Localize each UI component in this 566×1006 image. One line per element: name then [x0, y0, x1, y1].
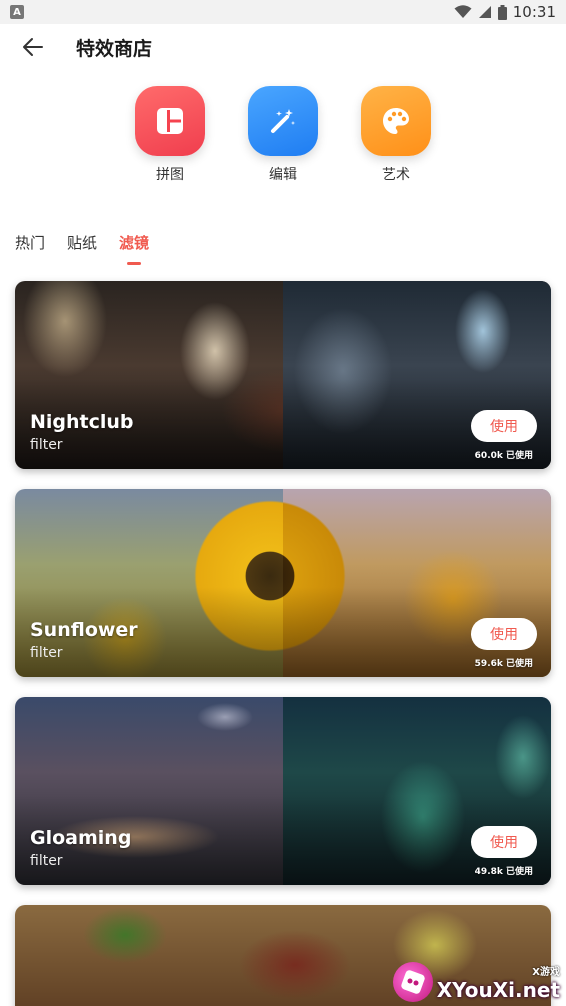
wifi-icon: [454, 5, 472, 18]
sim-badge: A: [10, 5, 24, 19]
use-button[interactable]: 使用: [471, 410, 537, 442]
status-bar: A 10:31: [0, 0, 566, 24]
filter-name: Gloaming: [30, 827, 132, 849]
gamepad-icon: [401, 970, 425, 994]
category-edit[interactable]: 编辑: [248, 86, 318, 184]
usage-count: 49.8k 已使用: [474, 867, 533, 877]
filter-type: filter: [30, 437, 63, 453]
status-time: 10:31: [512, 3, 556, 21]
usage-count: 60.0k 已使用: [474, 451, 533, 461]
tab-stickers[interactable]: 贴纸: [67, 232, 97, 253]
magic-wand-icon: [271, 109, 296, 133]
palette-icon: [383, 108, 409, 134]
watermark-text: XYouXi.net: [436, 977, 560, 1002]
category-label: 艺术: [382, 167, 410, 183]
filter-type: filter: [30, 853, 63, 869]
filter-card-gloaming[interactable]: Gloaming filter 使用 49.8k 已使用: [15, 697, 551, 885]
gamepad-logo-icon: [392, 962, 433, 1002]
tab-filters[interactable]: 滤镜: [119, 232, 149, 265]
category-label: 编辑: [269, 167, 297, 183]
arrow-left-icon[interactable]: [20, 34, 46, 60]
tab-bar: 热门 贴纸 滤镜: [15, 232, 149, 265]
art-tile[interactable]: [361, 86, 431, 156]
collage-tile[interactable]: [135, 86, 205, 156]
filter-card-nightclub[interactable]: Nightclub filter 使用 60.0k 已使用: [15, 281, 551, 469]
battery-icon: [497, 4, 507, 20]
watermark-small-text: X游戏: [532, 966, 560, 978]
filter-type: filter: [30, 645, 63, 661]
category-art[interactable]: 艺术: [361, 86, 431, 184]
usage-count: 59.6k 已使用: [474, 659, 533, 669]
collage-icon: [157, 108, 183, 134]
use-button[interactable]: 使用: [471, 826, 537, 858]
category-collage[interactable]: 拼图: [135, 86, 205, 184]
tab-hot[interactable]: 热门: [15, 232, 45, 253]
page-title: 特效商店: [76, 38, 153, 60]
use-button[interactable]: 使用: [471, 618, 537, 650]
signal-icon: [478, 6, 491, 18]
filter-name: Sunflower: [30, 619, 138, 641]
app-header: 特效商店: [0, 24, 566, 70]
site-watermark: X游戏 XYouXi.net: [392, 962, 560, 1002]
filter-card-sunflower[interactable]: Sunflower filter 使用 59.6k 已使用: [15, 489, 551, 677]
filter-name: Nightclub: [30, 411, 134, 433]
edit-tile[interactable]: [248, 86, 318, 156]
category-label: 拼图: [156, 167, 184, 183]
